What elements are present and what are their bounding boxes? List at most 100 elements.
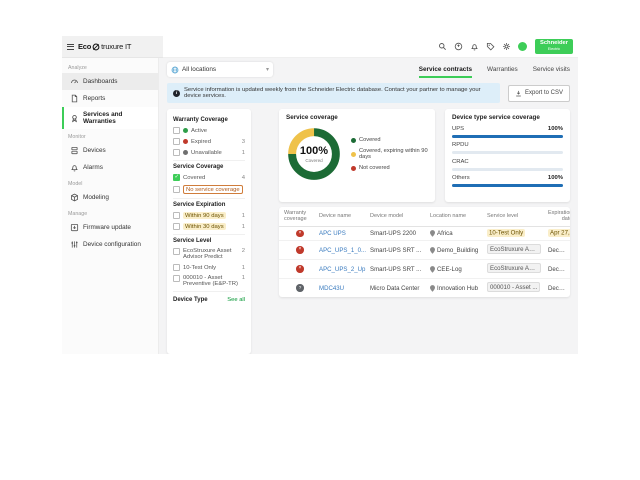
service-level-chip: 000010 - Asset ...: [487, 282, 540, 292]
legend-dot-icon: [351, 138, 356, 143]
option-label: No service coverage: [183, 185, 243, 194]
sidebar-item-device-configuration[interactable]: Device configuration: [62, 236, 158, 253]
logo-rest: truxure IT: [101, 42, 131, 51]
filter-option-no-service-coverage[interactable]: No service coverage: [173, 185, 245, 194]
warranty-expired-icon: [296, 265, 304, 273]
bar-value: 100%: [548, 126, 563, 132]
filter-option-active[interactable]: Active: [173, 127, 245, 134]
service-level-chip: EcoStruxure Ass...: [487, 263, 541, 273]
help-icon[interactable]: [454, 42, 464, 52]
bar-track: [452, 168, 563, 171]
settings-icon[interactable]: [502, 42, 512, 52]
filter-option-10-test-only[interactable]: 10-Test Only 1: [173, 264, 245, 271]
bar-row-rpdu: RPDU: [452, 142, 563, 154]
sidebar-item-modeling[interactable]: Modeling: [62, 189, 158, 206]
checkbox[interactable]: [173, 149, 180, 156]
col-expiration-date[interactable]: Expiration date ? ↑: [548, 210, 570, 223]
bar-label: RPDU: [452, 142, 469, 148]
legend-dot-icon: [351, 166, 356, 171]
option-label: 000010 - Asset Preventive (E&P-TR): [183, 275, 239, 287]
app-window: Ecotruxure IT Schneider Electric Analyze…: [62, 36, 578, 354]
option-label: EcoStruxure Asset Advisor Predict: [183, 248, 239, 260]
sidebar-section-monitor: Monitor: [62, 129, 158, 142]
sidebar-item-label: Reports: [83, 95, 105, 102]
checkbox[interactable]: [173, 248, 180, 255]
location-value: All locations: [182, 66, 216, 73]
expiration-cell: Dec 31, 20...: [548, 247, 565, 254]
col-location-name[interactable]: Location name: [430, 213, 484, 219]
table-row[interactable]: MDC43U Micro Data Center Innovation Hub …: [279, 279, 570, 297]
checkbox[interactable]: [173, 127, 180, 134]
device-name-link[interactable]: APC UPS: [319, 230, 367, 237]
filter-option-asset-preventive[interactable]: 000010 - Asset Preventive (E&P-TR) 1: [173, 275, 245, 287]
filter-option-asset-advisor-predict[interactable]: EcoStruxure Asset Advisor Predict 2: [173, 248, 245, 260]
device-type-coverage-title: Device type service coverage: [452, 114, 563, 121]
logo-eco: Eco: [78, 42, 91, 51]
service-level-chip: EcoStruxure Ass...: [487, 244, 541, 254]
checkbox[interactable]: [173, 264, 180, 271]
tab-warranties[interactable]: Warranties: [487, 66, 518, 78]
see-all-link[interactable]: See all: [227, 297, 245, 303]
filter-option-within-90-days[interactable]: Within 90 days 1: [173, 212, 245, 219]
filter-section-service-level: Service Level EcoStruxure Asset Advisor …: [173, 235, 245, 292]
option-count: 1: [242, 275, 245, 281]
bar-row-crac: CRAC: [452, 159, 563, 171]
legend-label: Covered, expiring within 90 days: [359, 148, 428, 160]
table-row[interactable]: APC_UPS_1_0... Smart-UPS SRT ... Demo_Bu…: [279, 241, 570, 260]
table-row[interactable]: APC UPS Smart-UPS 2200 Africa 10-Test On…: [279, 227, 570, 242]
sidebar-section-manage: Manage: [62, 206, 158, 219]
tab-service-visits[interactable]: Service visits: [533, 66, 570, 78]
legend-item-not-covered: Not covered: [351, 165, 428, 171]
checkbox[interactable]: [173, 223, 180, 230]
tag-icon[interactable]: [486, 42, 496, 52]
location-selector[interactable]: All locations ▾: [167, 62, 273, 77]
location-pin-icon: [430, 266, 435, 273]
option-count: 1: [242, 150, 245, 156]
filter-option-expired[interactable]: Expired 3: [173, 138, 245, 145]
col-service-level[interactable]: Service level: [487, 213, 545, 219]
filter-title: Service Expiration: [173, 202, 245, 208]
globe-icon: [171, 66, 179, 74]
sidebar-item-devices[interactable]: Devices: [62, 142, 158, 159]
download-icon: [515, 90, 522, 97]
col-device-model[interactable]: Device model: [370, 213, 427, 219]
sidebar-item-alarms[interactable]: Alarms: [62, 159, 158, 176]
bar-label: UPS: [452, 126, 464, 132]
option-label: 10-Test Only: [183, 265, 216, 271]
expiration-cell: Dec 31, 20...: [548, 266, 565, 273]
checkbox[interactable]: [173, 212, 180, 219]
search-icon[interactable]: [438, 42, 448, 52]
device-name-link[interactable]: APC_UPS_1_0...: [319, 247, 367, 254]
chevron-down-icon: ▾: [266, 66, 269, 73]
gauge-icon: [70, 77, 79, 86]
filter-option-unavailable[interactable]: Unavailable 1: [173, 149, 245, 156]
device-model: Smart-UPS SRT ...: [370, 266, 427, 273]
sidebar-item-dashboards[interactable]: Dashboards: [62, 73, 158, 90]
filter-section-device-type: Device Type See all: [173, 292, 245, 307]
menu-icon[interactable]: [67, 44, 74, 50]
tab-service-contracts[interactable]: Service contracts: [419, 66, 472, 78]
sidebar-item-services-and-warranties[interactable]: Services and Warranties: [62, 107, 158, 129]
col-device-name[interactable]: Device name: [319, 213, 367, 219]
checkbox[interactable]: [173, 186, 180, 193]
legend-label: Not covered: [359, 165, 390, 171]
brand-line2: Electric: [540, 48, 568, 52]
checkbox[interactable]: [173, 138, 180, 145]
location-cell: Africa: [430, 230, 484, 237]
sidebar-item-reports[interactable]: Reports: [62, 90, 158, 107]
download-box-icon: [70, 223, 79, 232]
notifications-icon[interactable]: [470, 42, 480, 52]
table-row[interactable]: APC_UPS_2_Up Smart-UPS SRT ... CEE-Log E…: [279, 260, 570, 279]
export-to-csv-button[interactable]: Export to CSV: [508, 85, 570, 102]
device-name-link[interactable]: MDC43U: [319, 285, 367, 292]
filter-option-covered[interactable]: Covered 4: [173, 174, 245, 181]
checkbox[interactable]: [173, 275, 180, 282]
avatar[interactable]: [518, 42, 527, 51]
bar-label: CRAC: [452, 159, 469, 165]
device-name-link[interactable]: APC_UPS_2_Up: [319, 266, 367, 273]
option-label: Active: [191, 128, 207, 134]
filter-option-within-30-days[interactable]: Within 30 days 1: [173, 223, 245, 230]
col-warranty-coverage[interactable]: Warranty coverage: [284, 210, 316, 223]
checkbox-checked[interactable]: [173, 174, 180, 181]
sidebar-item-firmware-update[interactable]: Firmware update: [62, 219, 158, 236]
